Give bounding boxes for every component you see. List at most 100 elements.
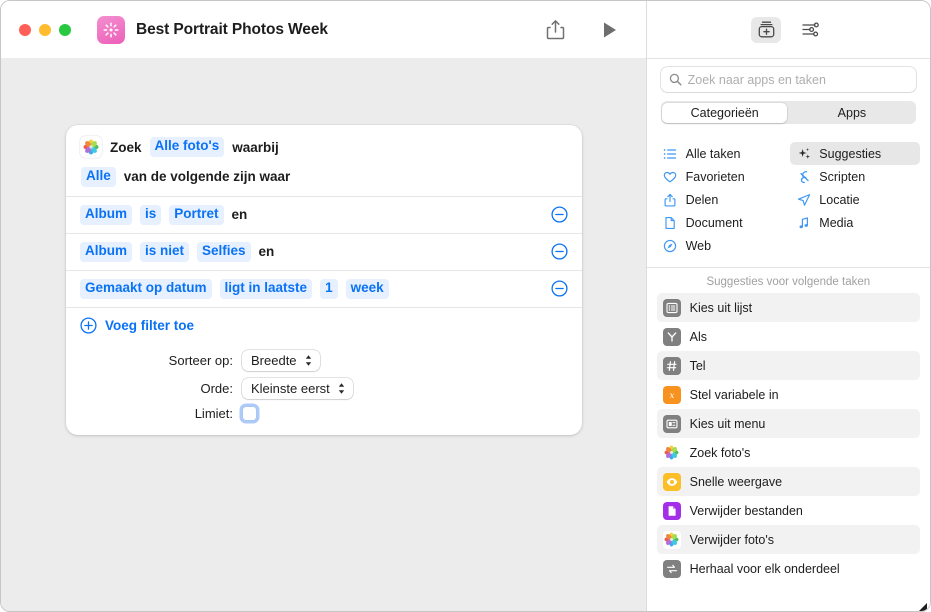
photos-app-icon bbox=[80, 136, 102, 158]
choose-from-menu-icon bbox=[662, 414, 681, 433]
minus-circle-icon[interactable] bbox=[551, 243, 568, 260]
search-input[interactable]: Zoek naar apps en taken bbox=[660, 67, 916, 92]
list-item-label: Tel bbox=[689, 358, 706, 373]
chevron-updown-icon bbox=[337, 382, 346, 395]
sidebar-item-label: Scripten bbox=[819, 169, 866, 184]
sidebar-item-suggesties[interactable]: Suggesties bbox=[790, 142, 920, 165]
sort-options: Sorteer op: Breedte Orde: Kleinste eerst… bbox=[66, 341, 582, 435]
filter-value-token[interactable]: Portret bbox=[169, 204, 224, 225]
filter-field-token[interactable]: Album bbox=[80, 241, 132, 262]
sidebar-item-locatie[interactable]: Locatie bbox=[790, 188, 920, 211]
traffic-lights bbox=[19, 23, 71, 36]
photos-app-icon bbox=[662, 530, 681, 549]
sidebar-item-delen[interactable]: Delen bbox=[657, 188, 787, 211]
list-item[interactable]: Kies uit lijst bbox=[656, 293, 920, 322]
script-icon bbox=[796, 169, 811, 184]
maximize-button[interactable] bbox=[59, 23, 71, 36]
filter-field-token[interactable]: Gemaakt op datum bbox=[80, 278, 212, 299]
filter-row: Gemaakt op datum ligt in laatste 1 week bbox=[66, 269, 582, 307]
chevron-updown-icon bbox=[304, 354, 313, 367]
window-titlebar: Best Portrait Photos Week bbox=[1, 1, 646, 58]
share-icon[interactable] bbox=[544, 18, 568, 42]
document-icon bbox=[663, 215, 678, 230]
list-item[interactable]: x Stel variabele in bbox=[657, 380, 920, 409]
action-library-sidebar: Zoek naar apps en taken Categorieën Apps bbox=[645, 1, 930, 611]
paperplane-icon bbox=[796, 192, 811, 207]
find-photos-action-card: Zoek Alle foto's waarbij Alle van de vol… bbox=[66, 125, 582, 435]
order-row: Orde: Kleinste eerst bbox=[80, 377, 568, 399]
share-icon bbox=[663, 192, 678, 207]
search-where-label: waarbij bbox=[232, 139, 279, 155]
minus-circle-icon[interactable] bbox=[551, 280, 568, 297]
filter-conjunction-label: en bbox=[231, 207, 248, 223]
sidebar-item-alle-taken[interactable]: Alle taken bbox=[657, 142, 787, 165]
set-variable-icon: x bbox=[662, 385, 681, 404]
sidebar-item-scripten[interactable]: Scripten bbox=[790, 165, 920, 188]
list-item-label: Als bbox=[689, 329, 707, 344]
limit-row: Limiet: bbox=[80, 405, 568, 421]
plus-circle-icon bbox=[80, 316, 97, 334]
choose-from-list-icon bbox=[662, 298, 681, 317]
list-item-label: Kies uit menu bbox=[689, 416, 766, 431]
heart-icon bbox=[663, 169, 678, 184]
sidebar-item-media[interactable]: Media bbox=[790, 211, 920, 234]
list-item-label: Herhaal voor elk onderdeel bbox=[689, 561, 840, 576]
sidebar-item-label: Delen bbox=[685, 192, 719, 207]
list-item[interactable]: Verwijder foto's bbox=[656, 525, 920, 554]
filter-value-token[interactable]: 1 bbox=[320, 278, 338, 299]
filter-operator-token[interactable]: is bbox=[140, 204, 162, 225]
filter-row: Album is niet Selfies en bbox=[66, 232, 582, 270]
filter-operator-token[interactable]: is niet bbox=[140, 241, 190, 262]
sidebar-toolbar bbox=[646, 1, 930, 58]
suggestions-header: Suggesties voor volgende taken bbox=[706, 276, 871, 288]
category-grid: Alle taken Suggesties Favorieten Scripte… bbox=[646, 134, 930, 268]
sidebar-item-document[interactable]: Document bbox=[657, 211, 787, 234]
sidebar-item-label: Web bbox=[685, 238, 712, 253]
search-verb-label: Zoek bbox=[110, 139, 142, 155]
suggestions-list: Kies uit lijst Als Tel x Stel variabele … bbox=[647, 293, 930, 611]
list-item[interactable]: Kies uit menu bbox=[656, 409, 920, 438]
quantifier-token[interactable]: Alle bbox=[81, 167, 116, 187]
order-popup[interactable]: Kleinste eerst bbox=[242, 377, 353, 399]
list-item[interactable]: Verwijder bestanden bbox=[657, 496, 920, 525]
list-item-label: Stel variabele in bbox=[689, 387, 779, 402]
quantifier-line: Alle van de volgende zijn waar bbox=[80, 167, 568, 187]
minus-circle-icon[interactable] bbox=[551, 206, 568, 223]
search-source-token[interactable]: Alle foto's bbox=[149, 137, 225, 157]
tab-categorieen[interactable]: Categorieën bbox=[662, 102, 788, 123]
sidebar-item-label: Favorieten bbox=[685, 169, 745, 184]
filter-unit-token[interactable]: week bbox=[345, 278, 389, 299]
minimize-button[interactable] bbox=[39, 23, 51, 36]
limit-checkbox[interactable] bbox=[242, 405, 257, 421]
resize-grip[interactable] bbox=[918, 599, 928, 611]
sliders-icon[interactable] bbox=[795, 17, 825, 43]
sidebar-item-label: Media bbox=[819, 215, 854, 230]
sort-by-label: Sorteer op: bbox=[168, 352, 233, 368]
order-label: Orde: bbox=[200, 380, 233, 396]
sidebar-item-favorieten[interactable]: Favorieten bbox=[657, 165, 787, 188]
play-icon[interactable] bbox=[598, 18, 622, 42]
order-value: Kleinste eerst bbox=[251, 380, 330, 396]
sort-by-popup[interactable]: Breedte bbox=[242, 349, 320, 371]
list-item[interactable]: Zoek foto's bbox=[657, 438, 920, 467]
tab-apps[interactable]: Apps bbox=[789, 103, 914, 123]
svg-text:x: x bbox=[669, 391, 674, 401]
action-library-icon[interactable] bbox=[751, 16, 782, 43]
sidebar-item-label: Document bbox=[685, 215, 743, 230]
sort-by-row: Sorteer op: Breedte bbox=[80, 349, 568, 371]
add-filter-button[interactable]: Voeg filter toe bbox=[66, 306, 582, 341]
delete-files-icon bbox=[662, 501, 681, 520]
sidebar-item-web[interactable]: Web bbox=[657, 234, 787, 257]
filter-operator-token[interactable]: ligt in laatste bbox=[219, 278, 313, 299]
filter-field-token[interactable]: Album bbox=[80, 204, 132, 225]
editor-pane: Best Portrait Photos Week Zoek Alle foto… bbox=[1, 1, 646, 611]
safari-compass-icon bbox=[663, 238, 678, 253]
list-item[interactable]: Als bbox=[657, 322, 920, 351]
close-button[interactable] bbox=[19, 23, 31, 36]
search-source-line: Zoek Alle foto's waarbij bbox=[80, 136, 568, 158]
list-item[interactable]: Snelle weergave bbox=[656, 467, 920, 496]
filter-value-token[interactable]: Selfies bbox=[197, 241, 251, 262]
filter-conjunction-label: en bbox=[258, 244, 275, 260]
list-item[interactable]: Tel bbox=[656, 351, 920, 380]
list-item[interactable]: Herhaal voor elk onderdeel bbox=[657, 554, 920, 583]
